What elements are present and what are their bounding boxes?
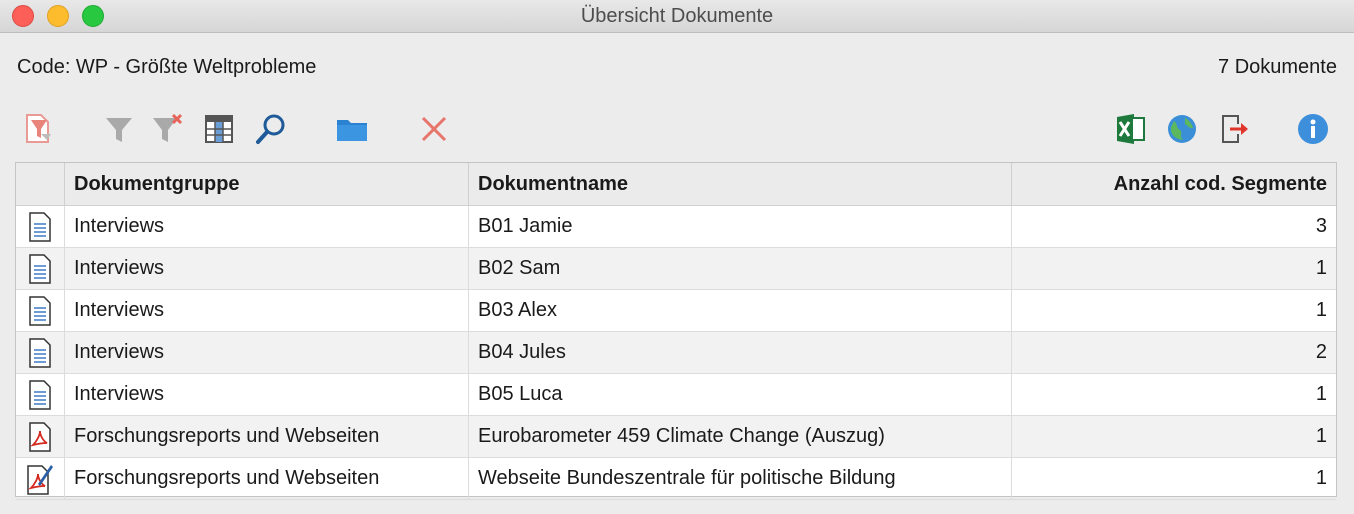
table-row[interactable]: Interviews B02 Sam 1 (16, 248, 1336, 290)
table-header: Dokumentgruppe Dokumentname Anzahl cod. … (16, 163, 1336, 206)
text-document-icon (16, 206, 65, 247)
info-icon[interactable] (1296, 112, 1330, 146)
column-header-icon[interactable] (16, 163, 65, 205)
cell-count: 3 (1315, 215, 1327, 237)
cell-name: B04 Jules (469, 332, 1012, 373)
cell-group: Interviews (65, 290, 469, 331)
cell-group: Forschungsreports und Webseiten (65, 416, 469, 457)
window: Übersicht Dokumente Code: WP - Größte We… (0, 0, 1354, 514)
cell-group: Interviews (65, 374, 469, 415)
cell-count: 1 (1315, 467, 1327, 489)
documents-table: Dokumentgruppe Dokumentname Anzahl cod. … (15, 162, 1337, 500)
column-header-name[interactable]: Dokumentname (469, 163, 1012, 205)
cell-count: 1 (1315, 257, 1327, 279)
clear-filter-icon[interactable] (150, 112, 184, 146)
cell-group: Forschungsreports und Webseiten (65, 458, 469, 499)
table-row[interactable]: Interviews B04 Jules 2 (16, 332, 1336, 374)
column-header-segments[interactable]: Anzahl cod. Segmente (1012, 163, 1336, 205)
cell-group: Interviews (65, 206, 469, 247)
text-document-icon (16, 290, 65, 331)
table-row[interactable]: Interviews B01 Jamie 3 (16, 206, 1336, 248)
cell-name: Eurobarometer 459 Climate Change (Auszug… (469, 416, 1012, 457)
cell-count: 1 (1315, 299, 1327, 321)
cell-name: B05 Luca (469, 374, 1012, 415)
table-row[interactable]: Interviews B05 Luca 1 (16, 374, 1336, 416)
title-bar[interactable]: Übersicht Dokumente (0, 0, 1354, 33)
export-icon[interactable] (1218, 112, 1252, 146)
cell-count: 1 (1315, 383, 1327, 405)
cell-count: 2 (1315, 341, 1327, 363)
filter-documents-icon[interactable] (23, 112, 57, 146)
column-header-group[interactable]: Dokumentgruppe (65, 163, 469, 205)
delete-icon[interactable] (417, 112, 451, 146)
cell-name: B01 Jamie (469, 206, 1012, 247)
pdf-edit-document-icon (16, 458, 65, 499)
table-row[interactable]: Interviews B03 Alex 1 (16, 290, 1336, 332)
cell-group: Interviews (65, 332, 469, 373)
table-row[interactable]: Forschungsreports und Webseiten Webseite… (16, 458, 1336, 500)
table-row[interactable]: Forschungsreports und Webseiten Eurobaro… (16, 416, 1336, 458)
cell-group: Interviews (65, 248, 469, 289)
folder-icon[interactable] (335, 112, 369, 146)
document-count: 7 Dokumente (1218, 56, 1337, 78)
columns-icon[interactable] (202, 112, 236, 146)
web-export-icon[interactable] (1165, 112, 1199, 146)
text-document-icon (16, 374, 65, 415)
window-title: Übersicht Dokumente (580, 5, 774, 27)
cell-name: B02 Sam (469, 248, 1012, 289)
pdf-document-icon (16, 416, 65, 457)
excel-export-icon[interactable] (1114, 112, 1148, 146)
text-document-icon (16, 332, 65, 373)
search-icon[interactable] (254, 112, 288, 146)
cell-name: B03 Alex (469, 290, 1012, 331)
cell-name: Webseite Bundeszentrale für politische B… (469, 458, 1012, 499)
text-document-icon (16, 248, 65, 289)
code-label: Code: WP - Größte Weltprobleme (17, 56, 317, 78)
cell-count: 1 (1315, 425, 1327, 447)
filter-icon[interactable] (102, 112, 136, 146)
